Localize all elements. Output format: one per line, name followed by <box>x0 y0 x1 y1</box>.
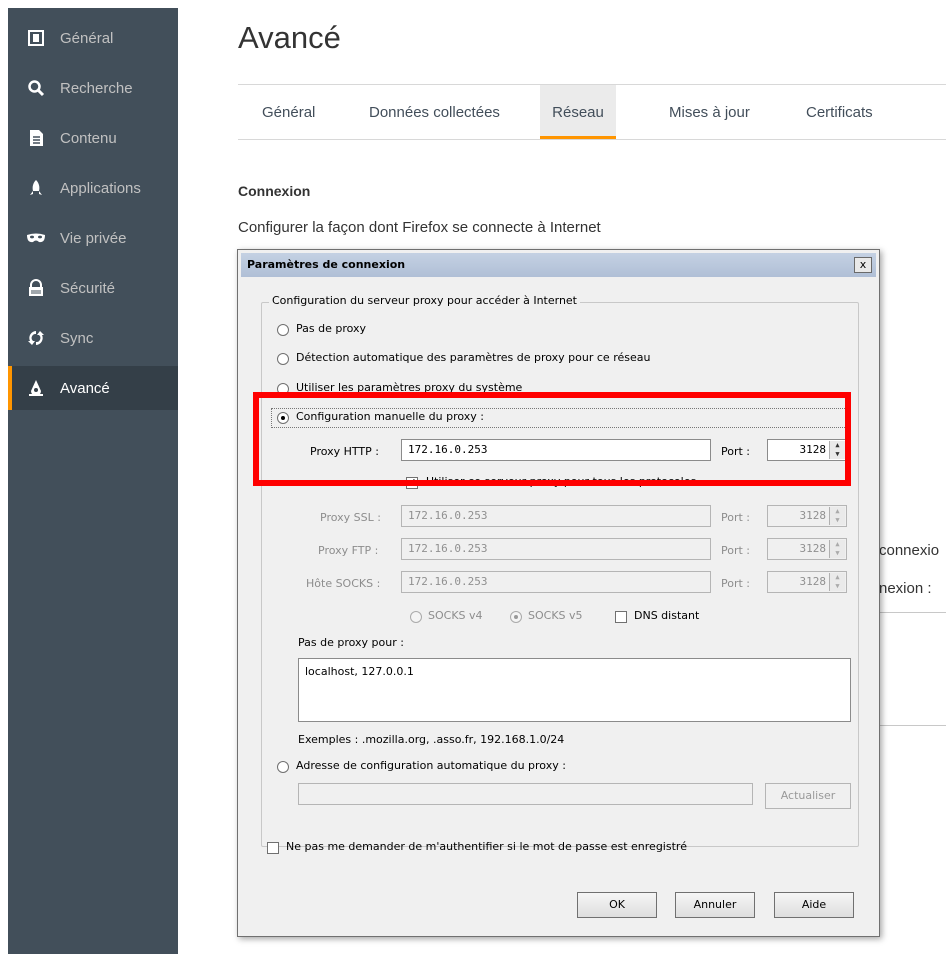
ftp-port-label: Port : <box>721 544 751 557</box>
tab-general[interactable]: Général <box>262 85 315 139</box>
spin-arrows-icon[interactable]: ▲ ▼ <box>829 540 845 558</box>
dns-remote-label: DNS distant <box>634 609 700 622</box>
tab-data-collection[interactable]: Données collectées <box>369 85 500 139</box>
search-icon <box>26 78 46 98</box>
sidebar: Général Recherche Contenu Applications V… <box>8 8 178 954</box>
highlight-annotation <box>253 392 851 486</box>
cancel-button[interactable]: Annuler <box>675 892 755 918</box>
ftp-proxy-input[interactable]: 172.16.0.253 <box>401 538 711 560</box>
tab-certificates[interactable]: Certificats <box>806 85 873 139</box>
socks-port-value: 3128 <box>799 575 827 588</box>
sidebar-item-applications[interactable]: Applications <box>8 166 178 210</box>
socks-v4-label: SOCKS v4 <box>428 609 483 622</box>
dialog-title: Paramètres de connexion <box>247 258 406 271</box>
ftp-port-input[interactable]: 3128 ▲ ▼ <box>767 538 847 560</box>
sidebar-item-label: Contenu <box>60 129 117 147</box>
ssl-proxy-input[interactable]: 172.16.0.253 <box>401 505 711 527</box>
sidebar-item-label: Applications <box>60 179 141 197</box>
tab-bar: Général Données collectées Réseau Mises … <box>238 84 946 140</box>
auto-detect-radio[interactable] <box>277 353 289 365</box>
ssl-port-value: 3128 <box>799 509 827 522</box>
sidebar-item-label: Vie privée <box>60 229 127 247</box>
auto-detect-label: Détection automatique des paramètres de … <box>296 351 651 364</box>
sidebar-item-label: Général <box>60 29 114 47</box>
socks-v5-radio[interactable] <box>510 611 522 623</box>
section-title: Connexion <box>238 183 311 199</box>
close-button[interactable]: x <box>854 257 872 273</box>
no-proxy-for-label: Pas de proxy pour : <box>298 636 404 649</box>
no-proxy-label: Pas de proxy <box>296 322 367 335</box>
ftp-port-value: 3128 <box>799 542 827 555</box>
ok-button[interactable]: OK <box>577 892 657 918</box>
dialog-titlebar[interactable]: Paramètres de connexion x <box>241 253 876 277</box>
tab-network[interactable]: Réseau <box>540 85 616 139</box>
sidebar-item-general[interactable]: Général <box>8 16 178 60</box>
general-icon <box>26 28 46 48</box>
ssl-port-input[interactable]: 3128 ▲ ▼ <box>767 505 847 527</box>
background-text-connection-label: nexion : <box>879 580 932 597</box>
security-lock-icon <box>26 278 46 298</box>
socks-port-input[interactable]: 3128 ▲ ▼ <box>767 571 847 593</box>
socks-v5-label: SOCKS v5 <box>528 609 583 622</box>
privacy-mask-icon <box>26 228 46 248</box>
sync-icon <box>26 328 46 348</box>
sidebar-item-sync[interactable]: Sync <box>8 316 178 360</box>
sidebar-item-content[interactable]: Contenu <box>8 116 178 160</box>
no-proxy-for-textarea[interactable]: localhost, 127.0.0.1 <box>298 658 851 722</box>
advanced-icon <box>26 378 46 398</box>
applications-icon <box>26 178 46 198</box>
pac-label: Adresse de configuration automatique du … <box>296 759 566 772</box>
sidebar-item-advanced[interactable]: Avancé <box>8 366 178 410</box>
sidebar-item-label: Sync <box>60 329 94 347</box>
sidebar-item-label: Recherche <box>60 79 133 97</box>
background-text-connection: connexio <box>879 542 940 559</box>
socks-v4-radio[interactable] <box>410 611 422 623</box>
no-proxy-radio[interactable] <box>277 324 289 336</box>
sidebar-item-label: Avancé <box>60 379 110 397</box>
help-button[interactable]: Aide <box>774 892 854 918</box>
page-title: Avancé <box>238 20 341 55</box>
spin-arrows-icon[interactable]: ▲ ▼ <box>829 573 845 591</box>
no-auth-prompt-label: Ne pas me demander de m'authentifier si … <box>286 840 687 853</box>
sidebar-item-label: Sécurité <box>60 279 116 297</box>
sidebar-item-search[interactable]: Recherche <box>8 66 178 110</box>
ssl-proxy-label: Proxy SSL : <box>320 511 381 524</box>
socks-host-input[interactable]: 172.16.0.253 <box>401 571 711 593</box>
pac-url-input[interactable] <box>298 783 753 805</box>
socks-host-label: Hôte SOCKS : <box>306 577 381 590</box>
pac-radio[interactable] <box>277 761 289 773</box>
content-icon <box>26 128 46 148</box>
reload-button[interactable]: Actualiser <box>765 783 851 809</box>
spin-arrows-icon[interactable]: ▲ ▼ <box>829 507 845 525</box>
ftp-proxy-label: Proxy FTP : <box>318 544 379 557</box>
connection-settings-dialog: Paramètres de connexion x Configuration … <box>237 249 880 937</box>
no-proxy-examples: Exemples : .mozilla.org, .asso.fr, 192.1… <box>298 733 565 746</box>
sidebar-item-security[interactable]: Sécurité <box>8 266 178 310</box>
socks-port-label: Port : <box>721 577 751 590</box>
ssl-port-label: Port : <box>721 511 751 524</box>
proxy-group-label: Configuration du serveur proxy pour accé… <box>269 294 580 307</box>
section-description: Configurer la façon dont Firefox se conn… <box>238 219 601 236</box>
sidebar-item-privacy[interactable]: Vie privée <box>8 216 178 260</box>
no-auth-prompt-checkbox[interactable] <box>267 842 279 854</box>
dns-remote-checkbox[interactable] <box>615 611 627 623</box>
tab-updates[interactable]: Mises à jour <box>669 85 750 139</box>
